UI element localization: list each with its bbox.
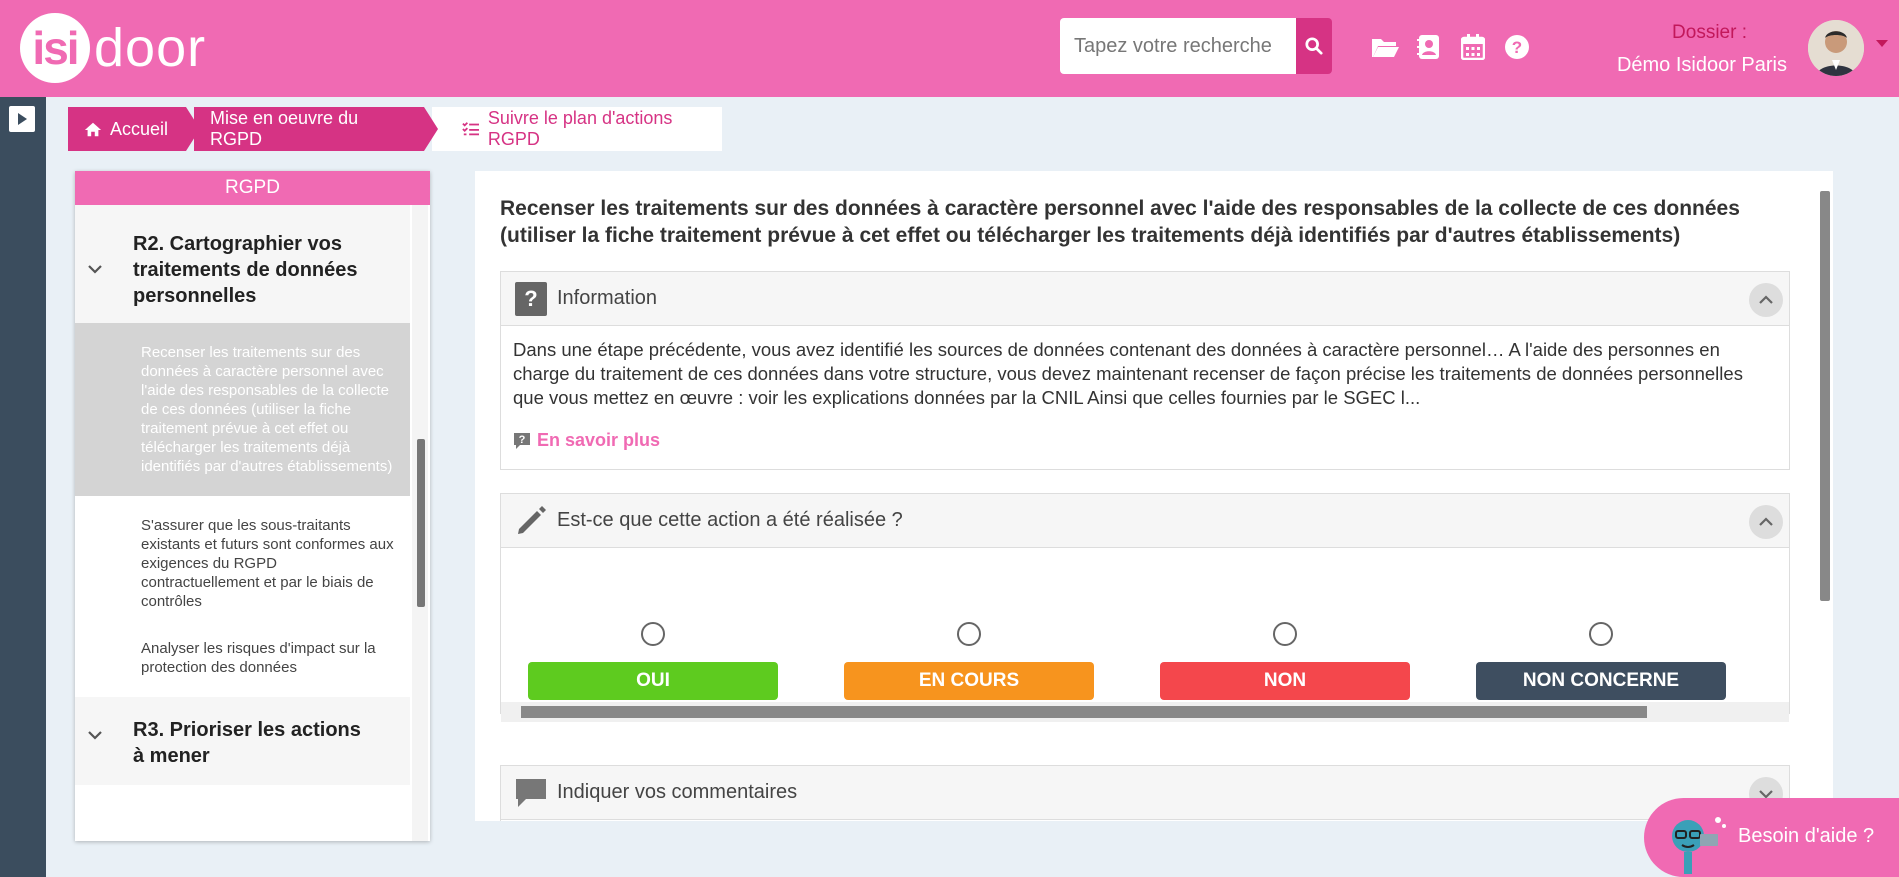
comments-heading: Indiquer vos commentaires	[557, 781, 798, 803]
information-panel-header[interactable]: ? Information	[501, 272, 1789, 326]
status-radio-non-concerne[interactable]	[1589, 622, 1613, 646]
status-button-non-concerne[interactable]: NON CONCERNE	[1476, 662, 1726, 700]
sidebar-section-r2[interactable]: R2. Cartographier vos traitements de don…	[75, 205, 410, 323]
dossier-name: Démo Isidoor Paris	[1616, 54, 1787, 76]
left-rail	[0, 97, 46, 877]
sidebar-scroll-thumb[interactable]	[417, 439, 425, 607]
choices-scroll-thumb[interactable]	[521, 706, 1647, 718]
comments-panel: Indiquer vos commentaires	[500, 765, 1790, 821]
question-book-icon: ?	[515, 281, 547, 316]
information-panel: ? Information Dans une étape précédente,…	[500, 271, 1790, 470]
rail-toggle-button[interactable]	[9, 106, 35, 132]
contacts-button[interactable]	[1414, 32, 1444, 62]
search-button[interactable]	[1296, 18, 1332, 74]
action-status-header[interactable]: Est-ce que cette action a été réalisée ?	[501, 494, 1789, 548]
user-avatar[interactable]	[1808, 20, 1864, 76]
sidebar-section-title: R2. Cartographier vos traitements de don…	[133, 233, 358, 307]
top-header: isi door ? Dossier : Démo Isidoor Paris	[0, 0, 1899, 97]
folder-open-button[interactable]	[1370, 32, 1400, 62]
breadcrumb: Accueil Mise en oeuvre du RGPD Suivre le…	[68, 107, 722, 151]
help-button[interactable]: ?	[1502, 32, 1532, 62]
breadcrumb-home[interactable]: Accueil	[68, 107, 200, 151]
search-bar	[1060, 18, 1332, 74]
learn-more-link[interactable]: ? En savoir plus	[501, 410, 1789, 465]
play-right-icon	[18, 113, 27, 125]
comments-panel-header[interactable]: Indiquer vos commentaires	[501, 766, 1789, 820]
search-input[interactable]	[1060, 18, 1296, 74]
action-status-collapse-button[interactable]	[1749, 505, 1783, 539]
chevron-down-icon	[88, 731, 102, 740]
user-photo-icon	[1808, 20, 1864, 76]
status-option-non: NON	[1160, 622, 1410, 700]
calendar-icon	[1461, 34, 1485, 60]
sidebar-title: RGPD	[75, 171, 430, 205]
sidebar-section-title: R3. Prioriser les actions à mener	[133, 719, 361, 767]
status-option-oui: OUI	[528, 622, 778, 700]
chevron-up-icon	[1759, 295, 1773, 304]
choices-horizontal-scrollbar[interactable]	[501, 702, 1789, 722]
action-title: Recenser les traitements sur des données…	[500, 197, 1740, 247]
breadcrumb-action-plan[interactable]: Suivre le plan d'actions RGPD	[432, 107, 722, 151]
logo-mark: isi	[20, 13, 90, 83]
rgpd-sidebar: RGPD R2. Cartographier vos traitements d…	[75, 171, 430, 841]
header-icon-bar: ?	[1370, 32, 1532, 62]
comment-icon	[516, 778, 546, 807]
action-status-panel: Est-ce que cette action a été réalisée ?…	[500, 493, 1790, 722]
isidoor-logo[interactable]: isi door	[20, 12, 206, 84]
main-content: Recenser les traitements sur des données…	[475, 171, 1833, 821]
sidebar-item[interactable]: S'assurer que les sous-traitants existan…	[75, 496, 410, 631]
search-icon	[1305, 37, 1323, 55]
status-radio-en-cours[interactable]	[957, 622, 981, 646]
main-scrollbar[interactable]	[1820, 191, 1830, 601]
address-book-icon	[1417, 35, 1439, 59]
breadcrumb-rgpd-label: Mise en oeuvre du RGPD	[210, 108, 359, 149]
status-option-en-cours: EN COURS	[844, 622, 1094, 700]
chevron-down-icon	[88, 265, 102, 274]
information-text: Dans une étape précédente, vous avez ide…	[513, 339, 1743, 408]
status-radio-oui[interactable]	[641, 622, 665, 646]
status-choices: OUI EN COURS NON NON CONCERNE	[501, 548, 1789, 722]
list-check-icon	[462, 122, 479, 136]
status-radio-non[interactable]	[1273, 622, 1297, 646]
svg-text:?: ?	[1512, 38, 1522, 57]
calendar-button[interactable]	[1458, 32, 1488, 62]
chevron-up-icon	[1759, 517, 1773, 526]
dossier-label: Dossier :	[1672, 22, 1747, 43]
help-label: Besoin d'aide ?	[1738, 825, 1875, 847]
folder-open-icon	[1372, 39, 1399, 57]
status-option-non-concerne: NON CONCERNE	[1476, 622, 1726, 700]
sidebar-list: R2. Cartographier vos traitements de don…	[75, 205, 410, 841]
action-status-heading: Est-ce que cette action a été réalisée ?	[557, 509, 903, 531]
status-button-non[interactable]: NON	[1160, 662, 1410, 700]
pencil-icon	[518, 505, 546, 534]
sidebar-section-r3[interactable]: R3. Prioriser les actions à mener	[75, 697, 410, 785]
help-circle-icon: ?	[1505, 35, 1529, 59]
help-square-icon: ?	[514, 432, 530, 449]
breadcrumb-action-plan-label: Suivre le plan d'actions RGPD	[487, 108, 673, 149]
help-widget[interactable]: Besoin d'aide ?	[1644, 798, 1899, 877]
breadcrumb-home-label: Accueil	[109, 118, 168, 139]
sidebar-item-active[interactable]: Recenser les traitements sur des données…	[75, 323, 410, 496]
information-collapse-button[interactable]	[1749, 283, 1783, 317]
robot-assistant-icon	[1672, 817, 1726, 874]
status-button-en-cours[interactable]: EN COURS	[844, 662, 1094, 700]
dossier-info[interactable]: Dossier : Démo Isidoor Paris	[1617, 22, 1787, 77]
breadcrumb-rgpd[interactable]: Mise en oeuvre du RGPD	[194, 107, 438, 151]
svg-text:?: ?	[519, 434, 526, 446]
information-heading: Information	[557, 287, 658, 309]
sidebar-item[interactable]: Analyser les risques d'impact sur la pro…	[75, 631, 410, 697]
user-menu-caret[interactable]	[1876, 40, 1888, 47]
status-button-oui[interactable]: OUI	[528, 662, 778, 700]
sidebar-scrollbar[interactable]	[412, 205, 428, 841]
logo-wordmark: door	[94, 18, 207, 78]
learn-more-label: En savoir plus	[537, 430, 661, 450]
svg-text:?: ?	[524, 286, 537, 311]
home-icon	[84, 122, 102, 136]
